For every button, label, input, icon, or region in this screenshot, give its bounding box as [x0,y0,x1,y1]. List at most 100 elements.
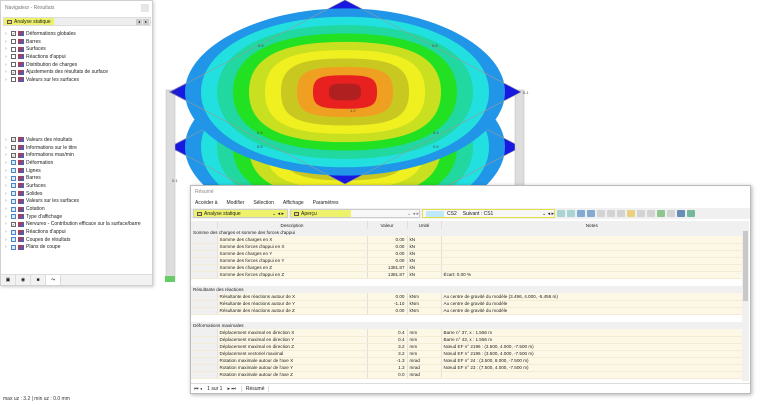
checkbox[interactable] [11,199,16,204]
table-row[interactable]: Déplacement maximal en direction Y0.4mmB… [191,336,743,343]
expand-icon[interactable]: › [5,137,9,143]
analysis-combo[interactable]: Analyse statique ◂▸ [3,17,151,26]
table-row[interactable]: Résultante des réactions autour de X0.00… [191,293,743,300]
tab-data-icon[interactable]: ▣ [1,275,16,285]
checkbox[interactable] [11,183,16,188]
tree-item[interactable]: ›Barres [5,174,141,182]
tree-item[interactable]: ›Surfaces [5,182,141,190]
tree-item[interactable]: ›Cotation [5,205,141,213]
next-button[interactable]: ▸ [143,19,149,25]
tree-item[interactable]: ›Coupes de résultats [5,236,141,244]
model-icon[interactable] [597,210,605,217]
chart-icon[interactable] [637,210,645,217]
tree-item[interactable]: ›Barres [5,38,108,46]
table-row[interactable]: Rotation maximale autour de l'axe Y1.3mr… [191,364,743,371]
group-header-row[interactable]: Résultante des réactions [191,286,743,293]
menu-item[interactable]: Accéder à [195,200,218,206]
checkbox[interactable] [11,230,16,235]
tree-item[interactable]: ›Distribution de charges [5,61,108,69]
vertical-scrollbar[interactable] [742,221,749,381]
tree-item[interactable]: ›✓Nervures - Contribution efficace sur l… [5,221,141,229]
tree-item[interactable]: ›Type d'affichage [5,213,141,221]
checkbox[interactable] [11,191,16,196]
expand-icon[interactable]: › [5,46,9,52]
expand-icon[interactable]: › [5,69,9,75]
tree-item[interactable]: ›✓Ajustements des résultats de surface [5,68,108,76]
checkbox[interactable] [11,54,16,59]
expand-icon[interactable]: › [5,168,9,174]
tree-item[interactable]: ›✓Informations max/min [5,151,141,159]
header-notes[interactable]: Notes [441,221,743,229]
view-combo[interactable]: Aperçu⌄ ◂ ▸ [290,209,420,218]
checkbox[interactable]: ✓ [11,153,16,158]
expand-icon[interactable]: › [5,221,9,227]
expand-icon[interactable]: › [5,214,9,220]
header-value[interactable]: Valeur [367,221,407,229]
filter-icon[interactable] [577,210,585,217]
expand-icon[interactable]: › [5,39,9,45]
expand-icon[interactable]: › [5,175,9,181]
checkbox[interactable] [11,168,16,173]
table-row[interactable]: Somme des charges en Y0.00kN [191,250,743,257]
checkbox[interactable] [11,47,16,52]
table-row[interactable]: Somme des forces d'appui en X0.00kN [191,243,743,250]
tree-item[interactable]: ›Réactions d'appui [5,53,108,61]
checkbox[interactable]: ✓ [11,70,16,75]
load-case-combo[interactable]: CS2Suivant : CS1⌄ ◂ ▸ [422,209,555,218]
expand-icon[interactable]: › [5,160,9,166]
tree-item[interactable]: ›✓Valeurs des résultats [5,136,141,144]
table-row[interactable]: Somme des forces d'appui en Y0.00kN [191,257,743,264]
menu-item[interactable]: Paramètres [313,200,339,206]
select-icon[interactable] [557,210,565,217]
table-row[interactable]: Résultante des réactions autour de Z0.00… [191,307,743,314]
settings-icon[interactable] [667,210,675,217]
header-unit[interactable]: Unité [407,221,441,229]
checkbox[interactable]: ✓ [11,31,16,36]
tab-view-icon[interactable]: ◉ [16,275,31,285]
checkbox[interactable] [11,39,16,44]
funnel-icon[interactable] [677,210,685,217]
last-page-button[interactable]: ▸ ⏭ [227,386,235,392]
menu-item[interactable]: Modifier [227,200,245,206]
menu-item[interactable]: Affichage [283,200,304,206]
table-row[interactable]: Déplacement vectoriel maximal3.2mmNœud E… [191,350,743,357]
menu-item[interactable]: Sélection [253,200,274,206]
zoom-icon[interactable] [567,210,575,217]
table-row[interactable]: Déplacement maximal en direction X0.4mmB… [191,329,743,336]
tree-item[interactable]: ›Réactions d'appui [5,228,141,236]
checkbox[interactable] [11,160,16,165]
sheet-tab-summary[interactable]: Résumé [241,386,270,392]
expand-icon[interactable]: › [5,183,9,189]
print-icon[interactable] [617,210,625,217]
expand-icon[interactable]: › [5,31,9,37]
prev-button[interactable]: ◂ [136,19,142,25]
table-row[interactable]: Somme des charges en X0.00kN [191,236,743,243]
checkbox[interactable] [11,237,16,242]
checkbox[interactable] [11,214,16,219]
expand-icon[interactable]: › [5,229,9,235]
analysis-type-combo[interactable]: Analyse statique⌄ ◂ ▸ [193,209,288,218]
expand-icon[interactable]: › [5,54,9,60]
checkbox[interactable] [11,62,16,67]
tree-item[interactable]: ›Surfaces [5,45,108,53]
checkbox[interactable] [11,176,16,181]
checkbox[interactable]: ✓ [11,145,16,150]
group-header-row[interactable]: Somme des charges et somme des forces d'… [191,229,743,236]
tree-item[interactable]: ›Lignes [5,167,141,175]
close-button[interactable] [141,4,149,12]
excel-icon[interactable] [687,210,695,217]
filter2-icon[interactable] [587,210,595,217]
checkbox[interactable] [11,207,16,212]
tab-camera-icon[interactable]: ■ [31,275,46,285]
expand-icon[interactable]: › [5,191,9,197]
tree-item[interactable]: ›✓Informations sur le titre [5,144,141,152]
expand-icon[interactable]: › [5,152,9,158]
table-row[interactable]: Rotation maximale autour de l'axe X-1.3m… [191,357,743,364]
checkbox[interactable] [11,77,16,82]
checkbox[interactable]: ✓ [11,137,16,142]
table-row[interactable]: Rotation maximale autour de l'axe Z0.0mr… [191,371,743,378]
group-header-row[interactable]: Déformations maximales [191,322,743,329]
tree-item[interactable]: ›Valeurs sur les surfaces [5,198,141,206]
tab-results-icon[interactable]: ⤳ [46,275,61,285]
expand-icon[interactable]: › [5,145,9,151]
